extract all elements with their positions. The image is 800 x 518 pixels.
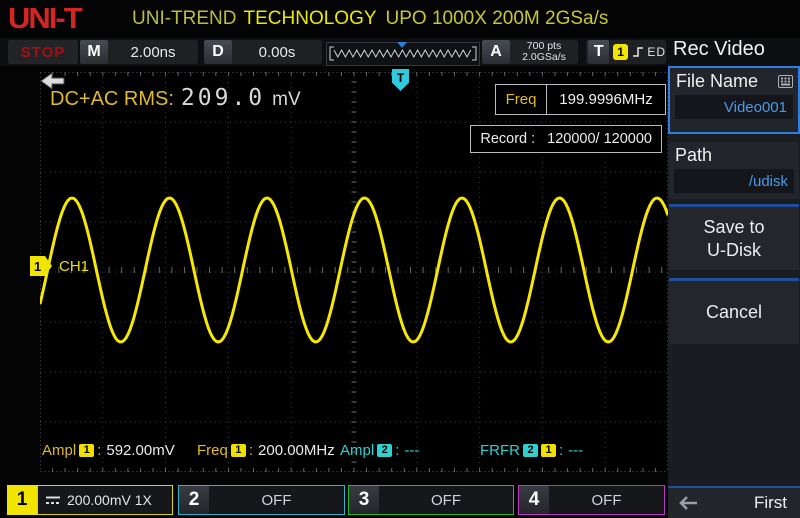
measurement-freq-ch1: Freq 1 : 200.00MHz (197, 441, 335, 459)
channel-2-number: 2 (179, 486, 209, 514)
file-name-menu-item[interactable]: File Name Video001 (668, 66, 800, 134)
channel-4-status[interactable]: 4 OFF (518, 485, 665, 515)
acquire-info: 700 pts 2.0GSa/s (510, 41, 578, 63)
trigger-frequency-label: Freq (496, 85, 547, 114)
trigger-type: ED (647, 45, 666, 59)
page-nav-label: First (754, 493, 800, 513)
acquire-box[interactable]: A 700 pts 2.0GSa/s (482, 40, 578, 64)
cancel-button[interactable]: Cancel (669, 278, 799, 344)
ch2-badge: 2 (377, 444, 392, 457)
ch1-badge: 1 (231, 444, 246, 457)
oscilloscope-screen: UNI-T UNI-TREND TECHNOLOGY UPO 1000X 200M … (0, 0, 800, 518)
trigger-badge: T (588, 40, 609, 64)
ch1-badge: 1 (541, 444, 556, 457)
channel-3-number: 3 (349, 486, 379, 514)
run-stop-indicator[interactable]: STOP (8, 40, 78, 64)
measurement-readout-label: DC+AC RMS: (50, 88, 174, 111)
trigger-source-chip: 1 (613, 44, 627, 60)
timebase-badge: M (80, 40, 108, 64)
ch1-badge: 1 (79, 444, 94, 457)
dc-coupling-icon (45, 494, 61, 506)
mouse-cursor-arrow-icon (40, 72, 66, 90)
channel-1-scale: 200.00mV 1X (67, 492, 152, 508)
back-arrow-icon (678, 495, 702, 511)
file-name-label: File Name (676, 71, 758, 92)
save-to-udisk-button[interactable]: Save to U-Disk (669, 204, 799, 270)
delay-box[interactable]: D 0.00s (204, 40, 322, 64)
channel-2-status[interactable]: 2 OFF (178, 485, 345, 515)
menu-title: Rec Video (668, 38, 800, 66)
brand-name: UNI-TREND (132, 8, 237, 29)
waveform-overview-bar[interactable] (326, 42, 480, 66)
keypad-icon (778, 75, 793, 88)
rec-video-menu-panel: Rec Video File Name Video001 Path /udisk (668, 38, 800, 518)
trigger-frequency-value: 199.9996MHz (547, 85, 665, 114)
ch1-waveform-path (40, 198, 668, 342)
file-name-value[interactable]: Video001 (675, 95, 793, 119)
measurement-readout-unit: mV (272, 89, 301, 111)
record-counter-value: 120000/ 120000 (547, 131, 652, 147)
overview-trigger-position-icon[interactable] (397, 42, 407, 48)
channel-1-number: 1 (7, 485, 37, 515)
measurement-frfr-ch2-ch1: FRFR 2 1 : --- (480, 441, 583, 459)
brand-name-2: TECHNOLOGY (244, 8, 377, 29)
measurement-ampl-ch2: Ampl 2 : --- (340, 441, 419, 459)
timebase-value: 2.00ns (108, 44, 198, 61)
channel-3-state: OFF (379, 486, 513, 514)
channel-1-settings: 200.00mV 1X (37, 485, 173, 515)
delay-badge: D (204, 40, 232, 64)
record-counter-label: Record : (480, 131, 535, 147)
brand-logo: UNI-T (8, 2, 81, 35)
model-name: UPO 1000X 200M 2GSa/s (386, 8, 609, 29)
timebase-box[interactable]: M 2.00ns (80, 40, 198, 64)
measurement-readout: DC+AC RMS: 209.0 mV (50, 85, 301, 111)
record-counter-box: Record : 120000/ 120000 (470, 125, 662, 153)
ch2-badge: 2 (523, 444, 538, 457)
channel-4-number: 4 (519, 486, 549, 514)
delay-value: 0.00s (232, 44, 322, 61)
measurement-readout-value: 209.0 (181, 85, 265, 111)
trigger-frequency-box: Freq 199.9996MHz (495, 84, 666, 115)
path-value: /udisk (674, 169, 794, 193)
channel-2-state: OFF (209, 486, 344, 514)
channel-1-status[interactable]: 1 200.00mV 1X (7, 485, 173, 515)
menu-page-nav[interactable]: First (668, 486, 800, 518)
measurement-ampl-ch1: Ampl 1 : 592.00mV (42, 441, 175, 459)
channel-3-status[interactable]: 3 OFF (348, 485, 514, 515)
waveform-display-area: DC+AC RMS: 209.0 mV Freq 199.9996MHz Rec… (40, 72, 668, 472)
acquire-rate: 2.0GSa/s (510, 52, 578, 63)
trigger-box[interactable]: T 1 ED (586, 40, 666, 64)
acquire-badge: A (482, 40, 510, 64)
path-menu-item[interactable]: Path /udisk (669, 142, 799, 199)
rising-edge-icon (632, 45, 644, 59)
header-title: UNI-TREND TECHNOLOGY UPO 1000X 200M 2GSa/s (132, 8, 608, 30)
ch1-label: CH1 (59, 258, 89, 275)
path-label: Path (669, 142, 799, 166)
channel-4-state: OFF (549, 486, 664, 514)
